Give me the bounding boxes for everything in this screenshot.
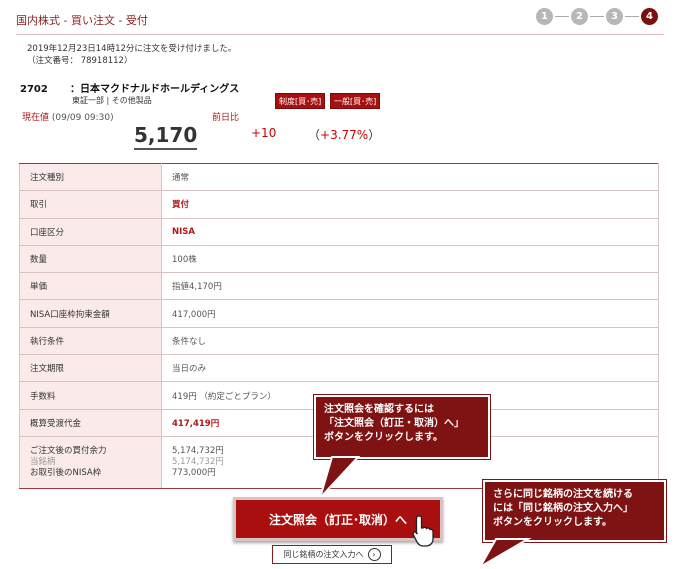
price-label: 現在値 [22,113,50,123]
pct-close: ） [368,128,381,142]
step-indicator: 1 2 3 4 [536,8,658,25]
table-row: 執行条件 条件なし [19,326,659,356]
order-received-notice: 2019年12月23日14時12分に注文を受け付けました。 （注文番号： 789… [27,43,236,67]
stock-code: 2702 [20,84,48,95]
callout-line: 「注文照会（訂正・取消）へ」 [324,418,464,429]
row-label: 手数料 [19,381,162,410]
order-number: （注文番号： 78918112） [27,56,133,66]
balance-value-3: 773,000円 [172,467,216,478]
same-stock-order-button[interactable]: 同じ銘柄の注文入力へ › [272,545,392,564]
table-row: 注文期限 当日のみ [19,354,659,383]
stock-market: 東証一部 | その他製品 [72,96,152,105]
balance-label-1: ご注文後の買付余力 [30,445,107,456]
table-row: 注文種別 通常 [19,162,659,192]
table-row: 口座区分 NISA [19,217,659,246]
callout-line: には「同じ銘柄の注文入力へ」 [493,503,633,514]
callout-order-inquiry: 注文照会を確認するには 「注文照会（訂正・取消）へ」 ボタンをクリックします。 [313,394,491,460]
pct-value: +3.77% [320,128,369,142]
callout-line: ボタンをクリックします。 [324,432,443,443]
row-label: 執行条件 [19,326,162,356]
balance-labels: ご注文後の買付余力 当銘柄 お取引後のNISA枠 [19,435,162,489]
row-label: 単価 [19,272,162,301]
change-label: 前日比 [212,113,240,123]
row-label: 数量 [19,244,162,274]
row-label: 注文期限 [19,354,162,383]
table-row: 単価 指値4,170円 [19,272,659,301]
row-value: 100株 [161,244,659,274]
page-header: 国内株式 - 買い注文 - 受付 1 2 3 4 [16,8,664,35]
stock-name: ：日本マクドナルドホールディングス [70,84,240,95]
price-time: (09/09 09:30) [51,113,114,123]
table-row: NISA口座枠拘束金額 417,000円 [19,299,659,328]
row-label: 取引 [19,190,162,219]
callout-line: ボタンをクリックします。 [493,517,612,528]
current-price: 5,170 [134,123,198,150]
callout-same-stock: さらに同じ銘柄の注文を続ける には「同じ銘柄の注文入力へ」 ボタンをクリックしま… [482,479,667,543]
callout-line: 注文照会を確認するには [324,404,434,415]
pct-open: （ [308,128,321,142]
row-label: 注文種別 [19,162,162,192]
step-4-current: 4 [641,8,658,25]
step-1: 1 [536,8,553,25]
margin-tag-general: 一般[買･売] [330,93,381,109]
current-price-label: 現在値 (09/09 09:30) [22,110,114,123]
row-value: 指値4,170円 [161,272,659,301]
row-value: 417,000円 [161,299,659,328]
row-label: NISA口座枠拘束金額 [19,299,162,328]
row-value: 当日のみ [161,354,659,383]
stock-title: 2702 ：日本マクドナルドホールディングス [20,80,239,95]
same-stock-order-label: 同じ銘柄の注文入力へ [283,550,364,559]
balance-label-3: お取引後のNISA枠 [30,467,102,478]
price-change: +10 [251,126,277,140]
callout-pointer [478,538,532,569]
notice-line1: 2019年12月23日14時12分に注文を受け付けました。 [27,44,237,54]
step-3: 3 [606,8,623,25]
table-row: 数量 100株 [19,244,659,274]
margin-tag-system: 制度[買･売] [275,93,326,109]
step-separator [625,16,639,17]
row-value: 通常 [161,162,659,192]
table-row: 取引 買付 [19,190,659,219]
step-2: 2 [571,8,588,25]
page-title: 国内株式 - 買い注文 - 受付 [16,14,148,27]
balance-label-2: 当銘柄 [30,456,56,467]
hand-cursor-icon [412,515,434,547]
row-value: NISA [161,217,659,246]
row-label: 概算受渡代金 [19,408,162,437]
step-separator [590,16,604,17]
row-value: 買付 [161,190,659,219]
row-label: 口座区分 [19,217,162,246]
step-separator [555,16,569,17]
row-value: 条件なし [161,326,659,356]
callout-line: さらに同じ銘柄の注文を続ける [493,489,633,500]
chevron-right-icon: › [367,548,381,561]
price-change-percent: （+3.77%） [308,126,380,143]
callout-pointer [319,456,361,499]
